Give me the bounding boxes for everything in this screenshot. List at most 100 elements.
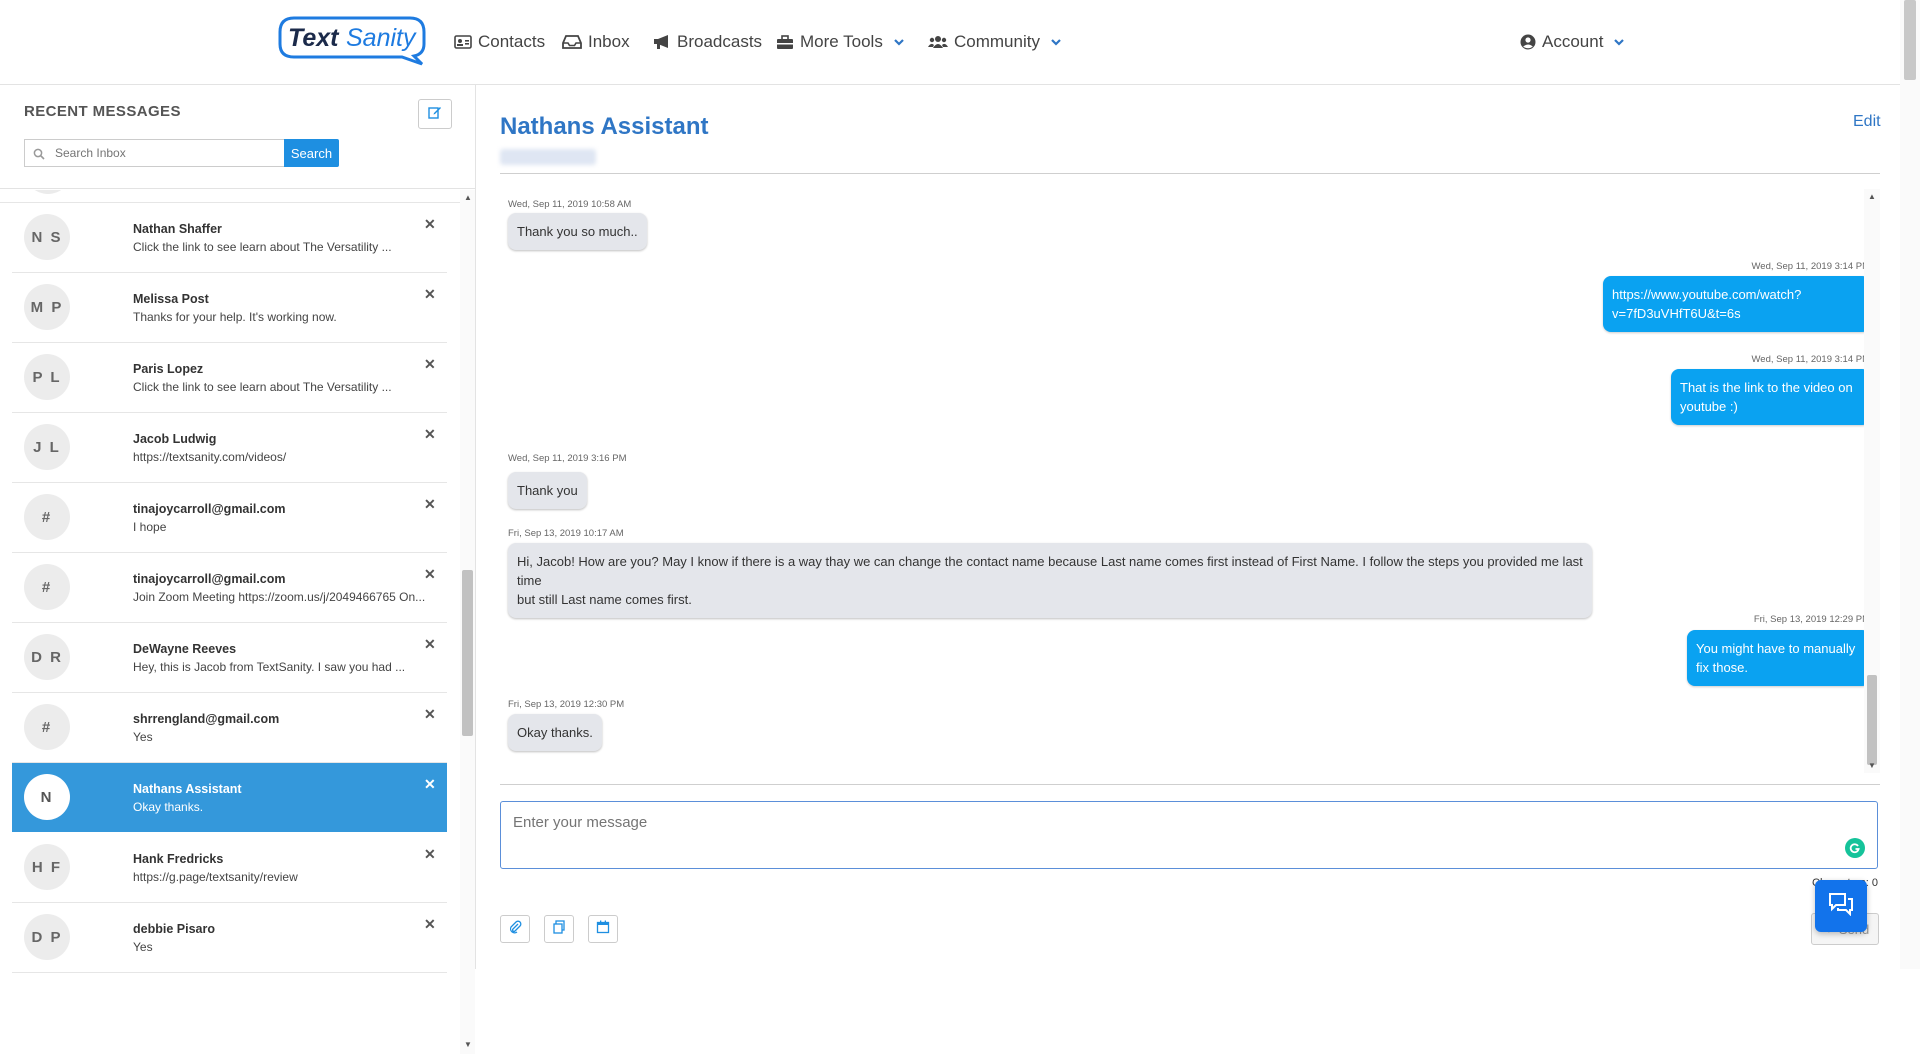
grammarly-icon[interactable] [1845, 838, 1865, 858]
search-input[interactable] [53, 145, 277, 161]
scrollbar-thumb[interactable] [1867, 675, 1877, 765]
nav-broadcasts[interactable]: Broadcasts [653, 30, 762, 54]
incoming-message: Thank you [508, 472, 587, 509]
list-item[interactable]: H F Hank Fredricks https://g.page/textsa… [12, 833, 447, 903]
nav-more-tools[interactable]: More Tools [776, 30, 905, 54]
list-item[interactable]: # shrrengland@gmail.com Yes ✕ [12, 693, 447, 763]
conversation-preview: Okay thanks. [133, 800, 204, 814]
close-icon[interactable]: ✕ [424, 426, 436, 443]
nav-inbox[interactable]: Inbox [562, 30, 630, 54]
conversation-name: Nathans Assistant [133, 782, 242, 796]
recent-messages-panel: RECENT MESSAGES Search N S Nathan Shaffe… [0, 85, 476, 1054]
message-line: v=7fD3uVHfT6U&t=6s [1612, 306, 1741, 321]
user-circle-icon [1520, 34, 1536, 50]
message-input[interactable] [511, 812, 1815, 856]
message-timestamp: Fri, Sep 13, 2019 12:30 PM [508, 699, 625, 710]
schedule-button[interactable] [588, 915, 618, 943]
close-icon[interactable]: ✕ [424, 846, 436, 863]
users-icon [928, 34, 948, 50]
close-icon[interactable]: ✕ [424, 706, 436, 723]
list-item[interactable]: # tinajoycarroll@gmail.com I hope ✕ [12, 483, 447, 553]
conversation-preview: Click the link to see learn about The Ve… [133, 240, 392, 254]
conversation-name: DeWayne Reeves [133, 642, 237, 656]
textsanity-logo[interactable]: Text Sanity [274, 14, 430, 66]
page-scrollbar[interactable] [1900, 0, 1920, 969]
list-item[interactable]: N S Nathan Shaffer Click the link to see… [12, 203, 447, 273]
edit-contact-link[interactable]: Edit [1853, 113, 1881, 131]
scroll-up-icon[interactable]: ▲ [464, 193, 472, 202]
conversation-preview: Click the link to see learn about The Ve… [133, 380, 392, 394]
close-icon[interactable]: ✕ [424, 566, 436, 583]
nav-contacts-label: Contacts [478, 32, 546, 51]
outgoing-message: You might have to manually fix those. [1687, 630, 1870, 686]
toolbox-icon [776, 34, 794, 50]
avatar: D P [24, 914, 70, 960]
recent-messages-title: RECENT MESSAGES [24, 103, 181, 120]
list-item[interactable] [0, 190, 460, 203]
scroll-up-icon[interactable]: ▲ [1868, 192, 1876, 201]
scrollbar-thumb[interactable] [462, 570, 473, 736]
scrollbar-thumb[interactable] [1904, 0, 1916, 80]
close-icon[interactable]: ✕ [424, 216, 436, 233]
message-thread-scrollbar[interactable]: ▲ ▼ [1864, 189, 1880, 773]
close-icon[interactable]: ✕ [424, 496, 436, 513]
nav-inbox-label: Inbox [588, 32, 630, 51]
incoming-message: Hi, Jacob! How are you? May I know if th… [508, 543, 1592, 618]
close-icon[interactable]: ✕ [424, 356, 436, 373]
conversation-preview: Yes [133, 730, 153, 744]
paperclip-icon [508, 920, 522, 939]
attach-file-button[interactable] [500, 915, 530, 943]
avatar: # [24, 564, 70, 610]
contact-name: Nathans Assistant [500, 113, 709, 140]
nav-contacts[interactable]: Contacts [454, 30, 545, 54]
chevron-down-icon [1613, 36, 1625, 48]
list-item[interactable]: # tinajoycarroll@gmail.com Join Zoom Mee… [12, 553, 447, 623]
conversation-list: N S Nathan Shaffer Click the link to see… [0, 190, 460, 1054]
list-item[interactable]: J L Jacob Ludwig https://textsanity.com/… [12, 413, 447, 483]
message-timestamp: Wed, Sep 11, 2019 3:14 PM [1751, 354, 1870, 365]
message-line: but still Last name comes first. [517, 592, 692, 607]
scroll-down-icon[interactable]: ▼ [1868, 761, 1876, 770]
avatar: N S [24, 214, 70, 260]
list-item[interactable]: D R DeWayne Reeves Hey, this is Jacob fr… [12, 623, 447, 693]
inbox-icon [562, 34, 582, 50]
avatar: N [24, 774, 70, 820]
chevron-down-icon [1050, 36, 1062, 48]
new-message-button[interactable] [418, 99, 452, 129]
support-chat-button[interactable] [1815, 880, 1867, 932]
scroll-down-icon[interactable]: ▼ [464, 1040, 472, 1049]
list-item[interactable]: P L Paris Lopez Click the link to see le… [12, 343, 447, 413]
list-item-active[interactable]: N Nathans Assistant Okay thanks. ✕ [12, 763, 447, 832]
conversation-preview: I hope [133, 520, 167, 534]
message-line: Hi, Jacob! How are you? May I know if th… [517, 554, 1583, 588]
chevron-down-icon [893, 36, 905, 48]
list-item[interactable]: M P Melissa Post Thanks for your help. I… [12, 273, 447, 343]
outgoing-message: https://www.youtube.com/watch? v=7fD3uVH… [1603, 276, 1870, 332]
list-divider [0, 188, 475, 189]
outgoing-message: That is the link to the video on youtube… [1671, 369, 1870, 425]
close-icon[interactable]: ✕ [424, 916, 436, 933]
conversation-name: Paris Lopez [133, 362, 204, 376]
conversation-list-scrollbar[interactable]: ▲ ▼ [460, 190, 475, 1054]
avatar: M P [24, 284, 70, 330]
avatar: # [24, 494, 70, 540]
conversation-name: shrrengland@gmail.com [133, 712, 280, 726]
nav-community[interactable]: Community [928, 30, 1062, 54]
search-button[interactable]: Search [284, 139, 339, 167]
message-composer [500, 801, 1878, 869]
conversation-preview: https://textsanity.com/videos/ [133, 450, 287, 464]
close-icon[interactable]: ✕ [424, 776, 436, 793]
chat-icon [1828, 892, 1854, 921]
conversation-panel: Nathans Assistant Edit Wed, Sep 11, 2019… [476, 85, 1900, 969]
message-timestamp: Wed, Sep 11, 2019 10:58 AM [508, 199, 632, 210]
close-icon[interactable]: ✕ [424, 636, 436, 653]
templates-button[interactable] [544, 915, 574, 943]
avatar: # [24, 704, 70, 750]
conversation-preview: https://g.page/textsanity/review [133, 870, 298, 884]
list-item[interactable]: D P debbie Pisaro Yes ✕ [12, 903, 447, 973]
composer-divider [500, 784, 1880, 785]
close-icon[interactable]: ✕ [424, 286, 436, 303]
nav-account[interactable]: Account [1520, 30, 1625, 54]
avatar: J L [24, 424, 70, 470]
message-line: https://www.youtube.com/watch? [1612, 287, 1802, 302]
